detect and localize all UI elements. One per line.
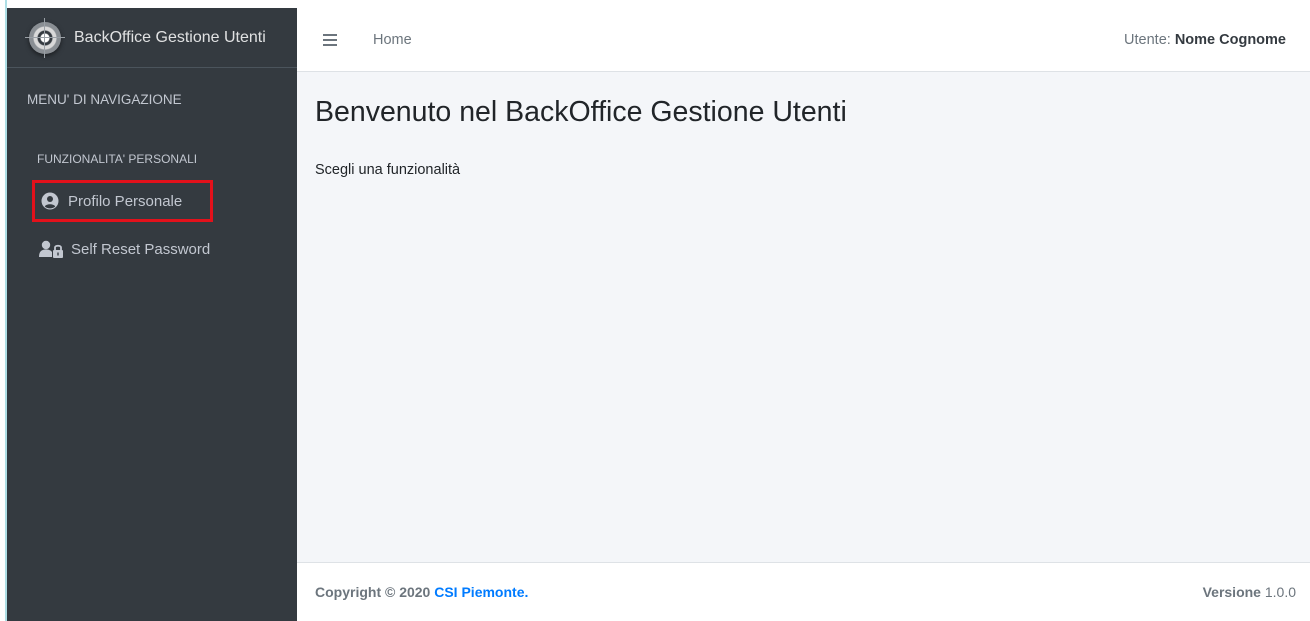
sidebar-item-profilo-personale[interactable]: Profilo Personale [32, 180, 213, 222]
hamburger-icon[interactable] [323, 33, 337, 46]
brand-logo-icon [25, 17, 65, 58]
user-label: Utente: [1124, 31, 1171, 48]
nav-menu-header: MENU' DI NAVIGAZIONE [27, 92, 182, 107]
main-content: Benvenuto nel BackOffice Gestione Utenti… [297, 72, 1310, 562]
page-title: Benvenuto nel BackOffice Gestione Utenti [315, 96, 847, 128]
left-edge-strip [0, 0, 7, 621]
version-label: Versione [1202, 584, 1261, 600]
version-value: 1.0.0 [1264, 584, 1296, 600]
company-link[interactable]: CSI Piemonte. [434, 584, 528, 600]
sidebar: BackOffice Gestione Utenti MENU' DI NAVI… [7, 8, 297, 621]
user-circle-icon [41, 192, 59, 210]
footer: Copyright © 2020 CSI Piemonte. Versione … [297, 562, 1310, 621]
nav-section-title: FUNZIONALITA' PERSONALI [37, 152, 198, 166]
user-lock-icon [39, 240, 65, 258]
copyright: Copyright © 2020 CSI Piemonte. [315, 584, 528, 600]
current-user: Utente: Nome Cognome [1124, 32, 1286, 48]
top-navbar: Home Utente: Nome Cognome [297, 8, 1310, 72]
nav-home-link[interactable]: Home [373, 32, 412, 48]
copyright-prefix: Copyright © 2020 [315, 584, 431, 600]
brand[interactable]: BackOffice Gestione Utenti [7, 8, 297, 68]
version-info: Versione 1.0.0 [1203, 584, 1296, 600]
sidebar-item-label: Self Reset Password [71, 240, 211, 258]
sidebar-item-label: Profilo Personale [68, 192, 183, 210]
user-name: Nome Cognome [1174, 31, 1286, 48]
page-subtitle: Scegli una funzionalità [315, 162, 461, 178]
sidebar-item-self-reset-password[interactable]: Self Reset Password [31, 228, 212, 270]
brand-title: BackOffice Gestione Utenti [74, 28, 266, 46]
